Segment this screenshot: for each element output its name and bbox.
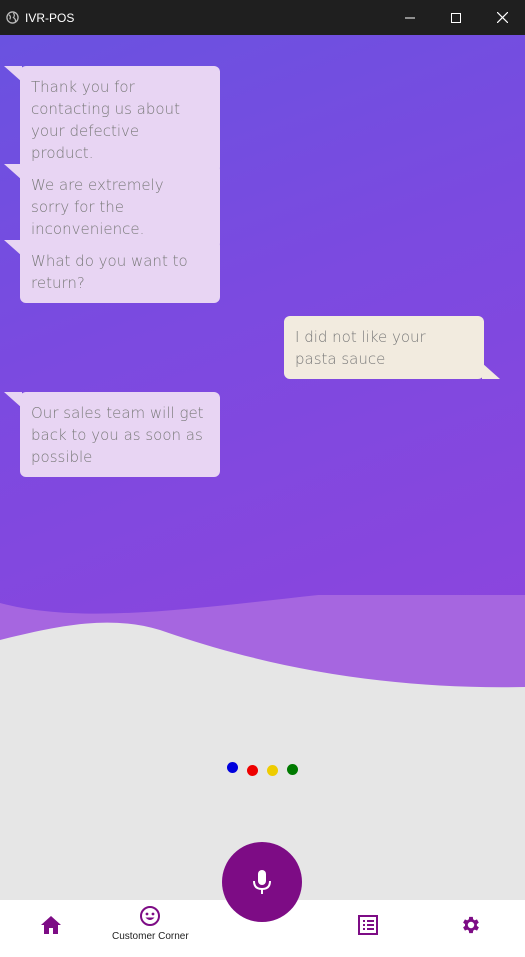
nav-customer-corner-label: Customer Corner: [112, 931, 189, 942]
minimize-icon: [405, 17, 415, 18]
window-controls: [387, 0, 525, 35]
window-title: IVR-POS: [25, 10, 75, 25]
microphone-icon: [253, 870, 271, 894]
bot-message: Thank you for contacting us about your d…: [4, 66, 220, 173]
indicator-dot-red: [247, 765, 258, 776]
indicator-dot-blue: [227, 762, 238, 773]
nav-list[interactable]: [357, 915, 379, 935]
message-text: We are extremely sorry for the inconveni…: [31, 176, 164, 238]
smiley-icon: [140, 906, 161, 926]
maximize-icon: [451, 12, 461, 23]
app-window: IVR-POS Thank you for contacting us abou…: [0, 0, 525, 957]
close-icon: [496, 12, 508, 23]
message-text: Thank you for contacting us about your d…: [31, 78, 180, 162]
list-icon: [358, 915, 378, 935]
gear-icon: [463, 916, 479, 934]
close-button[interactable]: [479, 0, 525, 35]
message-text: What do you want to return?: [31, 252, 188, 292]
globe-icon: [5, 11, 19, 25]
nav-customer-corner[interactable]: Customer Corner: [112, 905, 189, 942]
maximize-button[interactable]: [433, 0, 479, 35]
message-text: Our sales team will get back to you as s…: [31, 404, 204, 466]
listening-indicator: [226, 762, 306, 776]
indicator-dot-yellow: [267, 765, 278, 776]
home-icon: [41, 916, 61, 934]
wave-decoration: [0, 595, 525, 735]
user-message: I did not like your pasta sauce: [284, 316, 500, 379]
nav-home[interactable]: [40, 915, 62, 935]
minimize-button[interactable]: [387, 0, 433, 35]
bot-message: Our sales team will get back to you as s…: [4, 392, 220, 477]
bot-message: We are extremely sorry for the inconveni…: [4, 164, 220, 249]
bot-message: What do you want to return?: [4, 240, 220, 303]
microphone-button[interactable]: [222, 842, 302, 922]
indicator-dot-green: [287, 764, 298, 775]
message-text: I did not like your pasta sauce: [295, 328, 426, 368]
nav-settings[interactable]: [460, 914, 482, 936]
title-bar: IVR-POS: [0, 0, 525, 35]
